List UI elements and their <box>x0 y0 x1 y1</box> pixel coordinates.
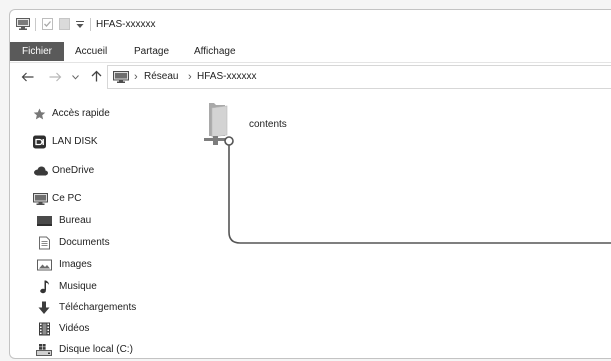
folder-item-label: contents <box>249 119 287 130</box>
nav-item-label: Musique <box>59 281 97 292</box>
nav-item-local-disk[interactable]: Disque local (C:) <box>10 341 188 358</box>
up-arrow-icon[interactable] <box>91 70 102 82</box>
tab-fichier[interactable]: Fichier <box>10 42 64 61</box>
address-bar[interactable]: › Réseau › HFAS-xxxxxx <box>107 65 611 89</box>
computer-icon[interactable] <box>113 71 129 83</box>
nav-item-music[interactable]: Musique <box>10 278 188 296</box>
documents-icon <box>39 236 50 250</box>
tab-label: Partage <box>134 46 170 57</box>
nav-item-label: Téléchargements <box>59 302 137 313</box>
nav-item-label: LAN DISK <box>52 136 98 147</box>
local-disk-icon <box>36 344 52 356</box>
folder-item-contents[interactable]: contents <box>200 100 310 148</box>
nav-item-downloads[interactable]: Téléchargements <box>10 299 188 317</box>
images-icon <box>37 259 52 271</box>
ribbon-tabs: Fichier Accueil Partage Affichage <box>10 38 611 63</box>
lan-disk-icon <box>33 135 46 149</box>
onedrive-cloud-icon <box>33 166 48 176</box>
forward-arrow-icon[interactable] <box>49 72 62 82</box>
nav-item-label: Accès rapide <box>52 108 110 119</box>
nav-item-quick-access[interactable]: Accès rapide <box>10 105 188 123</box>
tab-accueil[interactable]: Accueil <box>75 42 107 61</box>
nav-item-onedrive[interactable]: OneDrive <box>10 162 188 180</box>
properties-check-icon[interactable] <box>42 18 53 30</box>
content-pane: contents <box>190 91 611 358</box>
title-bar: HFAS-xxxxxx <box>10 10 611 38</box>
breadcrumb-host[interactable]: HFAS-xxxxxx <box>197 66 256 88</box>
nav-item-lan-disk[interactable]: LAN DISK <box>10 133 188 151</box>
nav-item-label: Vidéos <box>59 323 90 334</box>
back-arrow-icon[interactable] <box>21 72 34 82</box>
navigation-pane: Accès rapide LAN DISK OneDrive Ce PC Bur… <box>10 91 188 358</box>
nav-item-label: Images <box>59 259 92 270</box>
window-title: HFAS-xxxxxx <box>96 19 156 30</box>
nav-item-label: Documents <box>59 237 110 248</box>
toolbar-separator <box>35 18 36 31</box>
nav-item-label: Bureau <box>59 215 92 226</box>
music-icon <box>40 280 50 294</box>
nav-item-images[interactable]: Images <box>10 256 188 274</box>
breadcrumb-separator[interactable]: › <box>134 66 138 88</box>
computer-icon[interactable] <box>16 18 30 30</box>
new-folder-icon[interactable] <box>59 18 70 30</box>
tab-affichage[interactable]: Affichage <box>194 42 236 61</box>
videos-icon <box>39 322 50 336</box>
nav-item-label: OneDrive <box>52 165 95 176</box>
quick-access-star-icon <box>33 108 46 120</box>
navigation-bar: › Réseau › HFAS-xxxxxx <box>10 63 611 91</box>
customize-toolbar-dropdown-icon[interactable] <box>76 21 84 29</box>
tab-label: Accueil <box>75 46 108 57</box>
recent-locations-chevron-icon[interactable] <box>72 75 79 80</box>
nav-item-label: Disque local (C:) <box>59 344 133 355</box>
downloads-icon <box>38 301 50 315</box>
nav-item-this-pc[interactable]: Ce PC <box>10 190 188 208</box>
file-explorer-window: HFAS-xxxxxx Fichier Accueil Partage Affi… <box>9 9 611 359</box>
breadcrumb-reseau[interactable]: Réseau <box>144 66 178 88</box>
nav-item-label: Ce PC <box>52 193 82 204</box>
nav-item-videos[interactable]: Vidéos <box>10 320 188 338</box>
toolbar-separator <box>90 18 91 31</box>
breadcrumb-separator[interactable]: › <box>188 66 192 88</box>
network-share-folder-icon <box>203 102 233 146</box>
desktop-icon <box>37 216 52 226</box>
tab-label: Affichage <box>194 46 236 57</box>
nav-item-documents[interactable]: Documents <box>10 234 188 252</box>
nav-item-desktop[interactable]: Bureau <box>10 212 188 230</box>
this-pc-computer-icon <box>33 193 48 205</box>
tab-label: Fichier <box>21 46 52 57</box>
tab-partage[interactable]: Partage <box>134 42 169 61</box>
